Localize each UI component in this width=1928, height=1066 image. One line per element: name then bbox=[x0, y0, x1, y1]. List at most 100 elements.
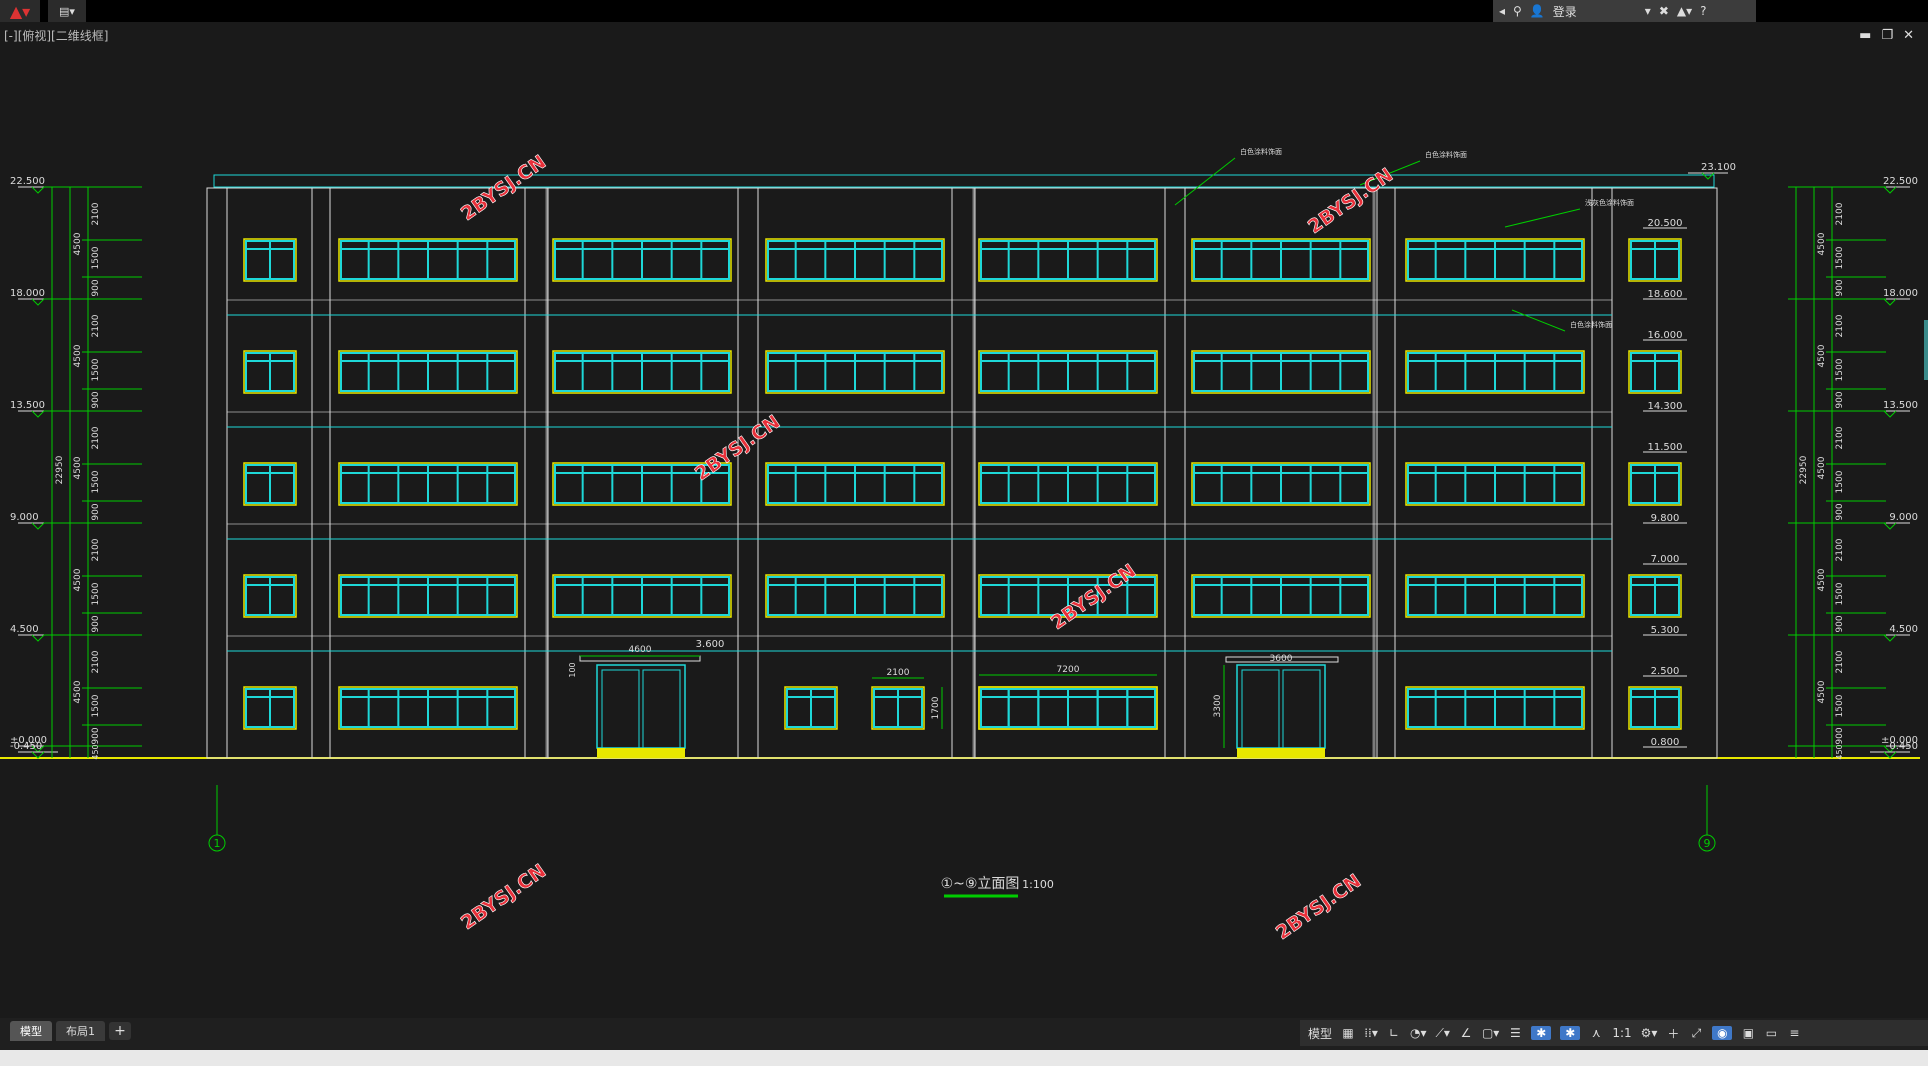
level-label: 22.500 bbox=[10, 176, 45, 187]
left-elevation-mark: 13.500 bbox=[10, 400, 58, 418]
tab-layout1[interactable]: 布局1 bbox=[56, 1021, 105, 1041]
window-level-label: 11.500 bbox=[1648, 442, 1683, 453]
window bbox=[338, 350, 518, 394]
window bbox=[1628, 238, 1682, 282]
entrance-height-label: 3300 bbox=[1213, 694, 1223, 717]
sub-dim-label: 2100 bbox=[91, 538, 101, 561]
right-elevation-mark: 4.500 bbox=[1870, 624, 1918, 642]
sub-dim-label: 1500 bbox=[1835, 470, 1845, 493]
lineweight-icon[interactable]: ☰ bbox=[1508, 1026, 1522, 1040]
level-label: -0.450 bbox=[10, 741, 42, 752]
sub-dim-label: 1500 bbox=[1835, 694, 1845, 717]
small-window-width-label: 2100 bbox=[887, 668, 910, 678]
window bbox=[765, 238, 945, 282]
add-layout-button[interactable]: + bbox=[109, 1022, 131, 1040]
ortho-icon[interactable]: ∟ bbox=[1387, 1026, 1401, 1040]
story-dim-label: 4500 bbox=[73, 568, 83, 591]
watermark-text: 2BYSJ.CN bbox=[1047, 560, 1140, 634]
entrance-step bbox=[1237, 748, 1325, 758]
clean-screen-icon[interactable]: ▭ bbox=[1764, 1026, 1778, 1040]
otrack-icon[interactable]: ▢▾ bbox=[1482, 1026, 1499, 1040]
drawing-title: ①~⑨立面图 bbox=[941, 876, 1020, 892]
sub-dim-label: 2100 bbox=[1835, 538, 1845, 561]
right-dimension-chain: 2100 1500 900 4500 2100 1500 900 4500 2100 1500 90… bbox=[1788, 186, 1886, 760]
left-elevation-mark: 9.000 bbox=[10, 512, 58, 530]
window bbox=[1628, 350, 1682, 394]
window bbox=[243, 350, 297, 394]
gear-icon[interactable]: ⚙▾ bbox=[1641, 1026, 1658, 1040]
story-dim-label: 4500 bbox=[73, 680, 83, 703]
right-elevation-mark: 9.000 bbox=[1870, 512, 1918, 530]
level-triangle bbox=[1701, 172, 1715, 180]
sub-dim-label: 1500 bbox=[91, 358, 101, 381]
window bbox=[338, 462, 518, 506]
roof-level-mark: 23.100 bbox=[1688, 162, 1736, 180]
sub-dim-label: 2100 bbox=[1835, 426, 1845, 449]
window bbox=[1628, 574, 1682, 618]
level-label: 22.500 bbox=[1883, 176, 1918, 187]
level-label: 18.000 bbox=[1883, 288, 1918, 299]
canopy-thick-label: 100 bbox=[568, 662, 577, 677]
command-line-area[interactable] bbox=[0, 1050, 1928, 1066]
left-elevation-mark: 22.500 bbox=[10, 176, 58, 194]
watermark-text: 2BYSJ.CN bbox=[457, 860, 550, 934]
window bbox=[1405, 238, 1585, 282]
hardware-accel-icon[interactable]: ▣ bbox=[1741, 1026, 1755, 1040]
isolate-icon[interactable]: ◉ bbox=[1712, 1026, 1733, 1040]
level-triangle bbox=[31, 298, 45, 306]
window bbox=[243, 574, 297, 618]
level-label: 23.100 bbox=[1701, 162, 1736, 173]
material-note: 白色涂料饰面 bbox=[1240, 147, 1282, 156]
window bbox=[552, 238, 732, 282]
window bbox=[1628, 686, 1682, 730]
window bbox=[978, 238, 1158, 282]
window bbox=[243, 462, 297, 506]
window bbox=[552, 350, 732, 394]
units-icon[interactable]: ⤢ bbox=[1689, 1026, 1703, 1041]
window-level-label: 5.300 bbox=[1651, 625, 1680, 636]
drawing-canvas[interactable]: 22.50018.00013.5009.0004.500±0.000-0.450… bbox=[0, 0, 1928, 1016]
sub-dim-label: 900 bbox=[91, 279, 101, 296]
total-dim-label: 22950 bbox=[1799, 455, 1809, 484]
window bbox=[784, 686, 838, 730]
window-level-label: 2.500 bbox=[1651, 666, 1680, 677]
note-leader bbox=[1511, 309, 1566, 332]
note-leader bbox=[1174, 157, 1236, 206]
layout-tabs: 模型 布局1 + bbox=[10, 1021, 131, 1041]
sub-dim-label: 2100 bbox=[1835, 314, 1845, 337]
polar-icon[interactable]: ◔▾ bbox=[1410, 1026, 1427, 1040]
annotation-scale-icon[interactable]: ⋏ bbox=[1589, 1026, 1603, 1040]
window bbox=[1405, 350, 1585, 394]
canopy-left bbox=[579, 655, 701, 662]
window-level-label: 16.000 bbox=[1648, 330, 1683, 341]
window bbox=[243, 686, 297, 730]
material-note: 白色涂料饰面 bbox=[1570, 320, 1612, 329]
sub-dim-label: 1500 bbox=[91, 694, 101, 717]
model-space-button[interactable]: 模型 bbox=[1308, 1025, 1332, 1042]
axis-label-right: 9 bbox=[1704, 837, 1711, 850]
annotation-autoscale-icon[interactable]: ✱ bbox=[1560, 1026, 1581, 1040]
sub-dim-label: 900 bbox=[1835, 391, 1845, 408]
total-dim-label: 22950 bbox=[55, 455, 65, 484]
plus-icon[interactable]: ＋ bbox=[1666, 1025, 1680, 1042]
level-triangle bbox=[1883, 522, 1897, 530]
watermarks: 2BYSJ.CN2BYSJ.CN2BYSJ.CN2BYSJ.CN2BYSJ.CN… bbox=[457, 151, 1398, 945]
snap-icon[interactable]: ⁞⁞▾ bbox=[1364, 1026, 1378, 1040]
story-dim-label: 4500 bbox=[73, 456, 83, 479]
plinth-dim-label: 450 bbox=[1835, 744, 1844, 759]
grid-icon[interactable]: ▦ bbox=[1341, 1026, 1355, 1040]
level-triangle bbox=[31, 522, 45, 530]
door-frame bbox=[1236, 664, 1326, 749]
scale-selector[interactable]: 1:1 bbox=[1612, 1026, 1631, 1040]
tab-model[interactable]: 模型 bbox=[10, 1021, 52, 1041]
material-note: 白色涂料饰面 bbox=[1425, 150, 1467, 159]
annotation-visibility-icon[interactable]: ✱ bbox=[1531, 1026, 1552, 1040]
customize-menu-icon[interactable]: ≡ bbox=[1787, 1026, 1801, 1040]
angle-icon[interactable]: ∠ bbox=[1459, 1026, 1473, 1040]
window-level-label: 9.800 bbox=[1651, 513, 1680, 524]
window bbox=[243, 238, 297, 282]
window-level-label: 7.000 bbox=[1651, 554, 1680, 565]
osnap-icon[interactable]: ⟋▾ bbox=[1436, 1026, 1450, 1041]
axis-label-left: 1 bbox=[214, 837, 221, 850]
window-level-label: 0.800 bbox=[1651, 737, 1680, 748]
